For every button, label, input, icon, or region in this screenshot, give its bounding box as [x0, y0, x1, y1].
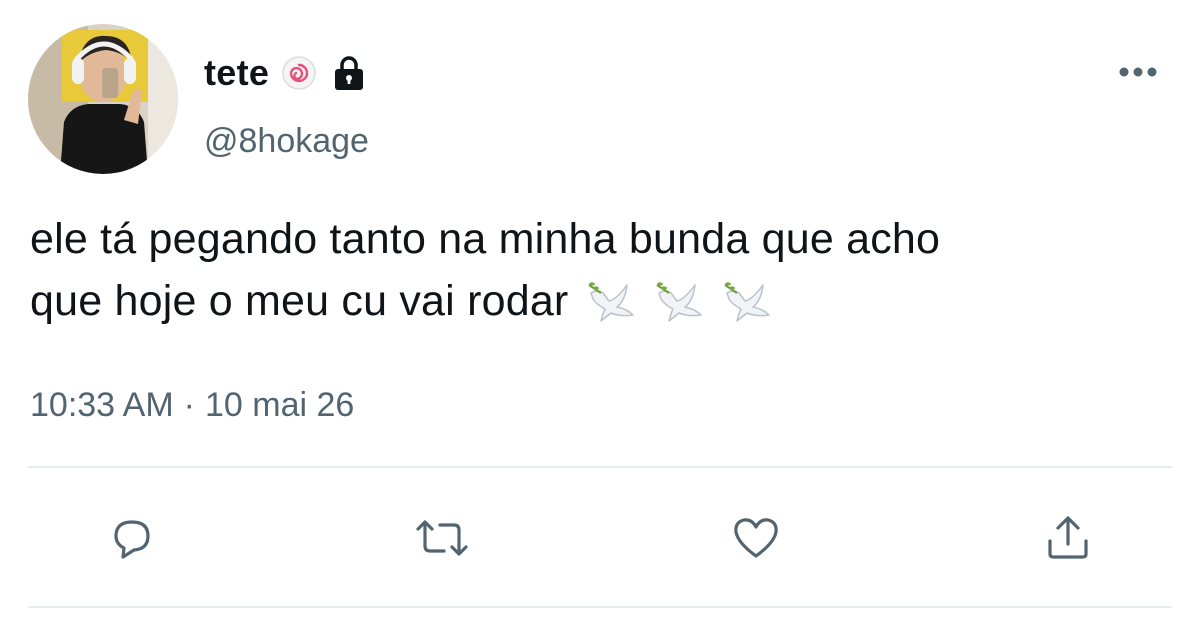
- display-name[interactable]: tete: [204, 52, 269, 94]
- retweet-icon: [416, 520, 468, 556]
- tweet-text: ele tá pegando tanto na minha bunda que …: [30, 208, 1180, 340]
- dove-emoji-icon: [723, 278, 773, 340]
- tweet-card: tete @8hokage ele tá pegando tanto na mi…: [0, 0, 1200, 626]
- lock-icon: [329, 53, 369, 93]
- dove-emoji-icon: [655, 278, 705, 340]
- meta-separator: ·: [183, 386, 195, 424]
- user-handle[interactable]: @8hokage: [204, 122, 369, 161]
- tweet-text-line-content: que hoje o meu cu vai rodar: [30, 277, 569, 325]
- divider: [28, 606, 1172, 608]
- like-icon: [734, 518, 778, 558]
- tweet-text-line: ele tá pegando tanto na minha bunda que …: [30, 215, 941, 263]
- tweet-timestamp[interactable]: 10:33 AM · 10 mai 26: [30, 386, 354, 425]
- more-options-icon[interactable]: [1114, 60, 1162, 84]
- tweet-time: 10:33 AM: [30, 386, 174, 424]
- naruto-swirl-badge-icon: [281, 55, 317, 91]
- retweet-button[interactable]: [414, 510, 470, 566]
- tweet-date: 10 mai 26: [204, 386, 355, 424]
- reply-icon: [114, 520, 150, 559]
- share-icon: [1048, 516, 1088, 559]
- avatar[interactable]: [28, 24, 178, 174]
- share-button[interactable]: [1040, 510, 1096, 566]
- tweet-text-line: que hoje o meu cu vai rodar: [30, 270, 1180, 340]
- dove-emoji-icon: [587, 278, 637, 340]
- divider: [28, 466, 1172, 468]
- display-name-row: tete: [204, 46, 369, 100]
- reply-button[interactable]: [104, 510, 160, 566]
- avatar-photo: [28, 24, 178, 174]
- like-button[interactable]: [728, 510, 784, 566]
